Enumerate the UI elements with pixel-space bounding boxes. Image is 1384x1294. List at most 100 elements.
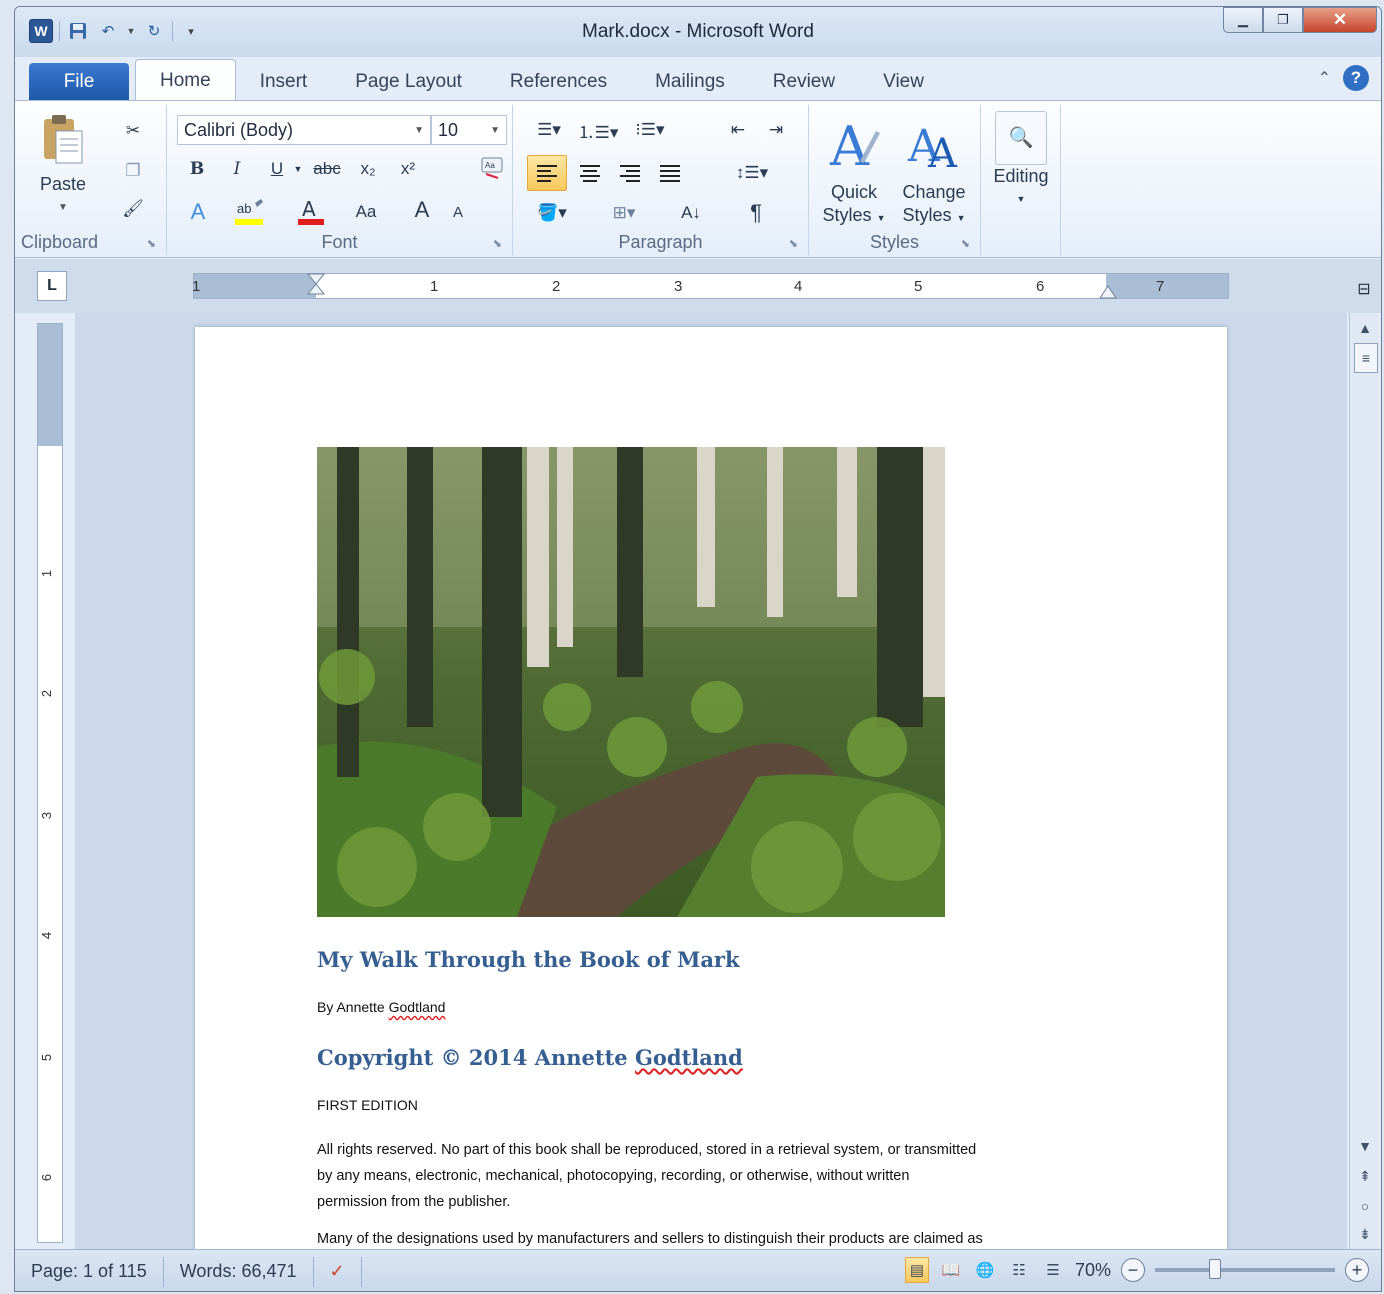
clipboard-launcher-icon[interactable]: ⬊: [147, 237, 156, 250]
copy-icon[interactable]: ❐: [119, 157, 147, 185]
tab-review[interactable]: Review: [749, 63, 859, 101]
shrink-font-button[interactable]: A: [445, 199, 471, 225]
align-right-icon[interactable]: [613, 157, 647, 189]
rights-paragraph[interactable]: All rights reserved. No part of this boo…: [317, 1137, 1097, 1215]
scroll-up-icon[interactable]: ▲: [1354, 317, 1376, 339]
copyright-heading[interactable]: Copyright © 2014 Annette Godtland: [317, 1045, 743, 1070]
tab-insert[interactable]: Insert: [236, 63, 332, 101]
maximize-button[interactable]: ❐: [1263, 7, 1303, 33]
clear-formatting-icon[interactable]: Aa: [477, 153, 507, 183]
close-button[interactable]: ✕: [1303, 7, 1377, 33]
indent-marker-icon[interactable]: [306, 272, 326, 302]
bold-button[interactable]: B: [183, 155, 211, 183]
minimize-button[interactable]: ▁: [1223, 7, 1263, 33]
paragraph-launcher-icon[interactable]: ⬊: [789, 237, 798, 250]
shading-icon[interactable]: 🪣▾: [527, 197, 577, 229]
previous-page-icon[interactable]: ⇞: [1354, 1165, 1376, 1187]
scroll-thumb[interactable]: ≡: [1354, 343, 1378, 373]
sort-icon[interactable]: A↓: [671, 197, 711, 229]
text-effects-icon[interactable]: A: [181, 197, 215, 227]
multilevel-list-icon[interactable]: ⁝☰▾: [627, 115, 673, 145]
tab-file[interactable]: File: [29, 63, 129, 101]
borders-icon[interactable]: ⊞▾: [597, 197, 651, 229]
document-area[interactable]: My Walk Through the Book of Mark By Anne…: [75, 313, 1347, 1291]
web-layout-icon[interactable]: 🌐: [973, 1257, 997, 1283]
vertical-scrollbar[interactable]: ▲ ≡ ▼ ⇞ ○ ⇟: [1349, 313, 1379, 1249]
paste-button[interactable]: Paste ▼: [33, 113, 93, 219]
zoom-slider[interactable]: [1155, 1259, 1335, 1279]
zoom-slider-thumb[interactable]: [1209, 1259, 1221, 1279]
underline-button[interactable]: U: [263, 155, 291, 183]
document-page[interactable]: My Walk Through the Book of Mark By Anne…: [195, 327, 1227, 1291]
right-indent-marker-icon[interactable]: [1098, 284, 1118, 300]
document-title[interactable]: My Walk Through the Book of Mark: [317, 947, 740, 972]
editing-button[interactable]: 🔍 Editing ▼: [989, 111, 1053, 211]
ruler-number: 1: [430, 278, 439, 295]
draft-view-icon[interactable]: ☰: [1041, 1257, 1065, 1283]
status-right: ▤ 📖 🌐 ☷ ☰ 70% − +: [904, 1257, 1369, 1283]
change-styles-button[interactable]: AA Change Styles ▼: [895, 113, 973, 230]
font-name-dropdown-icon[interactable]: ▼: [414, 125, 424, 136]
ruler-number: 6: [1036, 278, 1045, 295]
format-painter-icon[interactable]: 🖌: [119, 195, 147, 223]
grow-font-button[interactable]: A: [407, 195, 437, 225]
tab-references[interactable]: References: [486, 63, 631, 101]
superscript-button[interactable]: x²: [393, 155, 423, 183]
forest-trail-photo[interactable]: [317, 447, 945, 917]
tab-view[interactable]: View: [859, 63, 948, 101]
print-layout-icon[interactable]: ▤: [904, 1257, 929, 1283]
quick-styles-button[interactable]: A Quick Styles ▼: [815, 113, 893, 230]
font-color-icon[interactable]: A: [293, 195, 329, 229]
full-screen-reading-icon[interactable]: 📖: [939, 1257, 963, 1283]
page-count-status[interactable]: Page: 1 of 115: [15, 1256, 164, 1287]
clipboard-group-label: Clipboard: [21, 232, 99, 252]
ruler-number: 4: [794, 278, 803, 295]
word-count-status[interactable]: Words: 66,471: [164, 1256, 314, 1287]
zoom-in-icon[interactable]: +: [1345, 1258, 1369, 1282]
zoom-level[interactable]: 70%: [1075, 1260, 1111, 1281]
italic-button[interactable]: I: [223, 155, 251, 183]
horizontal-ruler[interactable]: 1 1 2 3 4 5 6 7: [192, 272, 1229, 302]
decrease-indent-icon[interactable]: ⇤: [721, 115, 755, 145]
proofing-icon[interactable]: ✓: [314, 1256, 362, 1287]
numbering-icon[interactable]: ⒈☰▾: [573, 115, 623, 145]
zoom-out-icon[interactable]: −: [1121, 1258, 1145, 1282]
help-icon[interactable]: ?: [1343, 65, 1369, 91]
styles-group-label: Styles: [869, 232, 920, 252]
font-launcher-icon[interactable]: ⬊: [493, 237, 502, 250]
show-formatting-marks-icon[interactable]: ¶: [739, 197, 773, 229]
tab-home[interactable]: Home: [135, 59, 236, 101]
author-line[interactable]: By Annette Godtland: [317, 999, 445, 1015]
clipboard-group: Paste ▼ ✂ ❐ 🖌 Clipboard ⬊: [15, 105, 167, 255]
change-case-button[interactable]: Aa: [343, 197, 389, 227]
minimize-ribbon-icon[interactable]: ⌃: [1318, 68, 1331, 88]
tab-page-layout[interactable]: Page Layout: [331, 63, 486, 101]
edition-line[interactable]: FIRST EDITION: [317, 1097, 418, 1113]
cut-icon[interactable]: ✂: [119, 117, 147, 145]
vertical-ruler[interactable]: 1 2 3 4 5 6: [37, 323, 63, 1243]
tab-selector[interactable]: L: [37, 271, 67, 301]
font-size-dropdown-icon[interactable]: ▼: [490, 125, 500, 136]
font-size-box[interactable]: 10 ▼: [431, 115, 507, 145]
select-browse-object-icon[interactable]: ○: [1354, 1195, 1376, 1217]
justify-icon[interactable]: [653, 157, 687, 189]
highlight-color-icon[interactable]: ab: [229, 195, 273, 229]
tabs-right-controls: ⌃ ?: [1318, 65, 1369, 91]
bullets-icon[interactable]: ☰▾: [529, 115, 569, 145]
line-spacing-icon[interactable]: ↕☰▾: [727, 157, 777, 189]
font-name-box[interactable]: Calibri (Body) ▼: [177, 115, 431, 145]
subscript-button[interactable]: x₂: [353, 155, 383, 183]
scroll-down-icon[interactable]: ▼: [1354, 1135, 1376, 1157]
view-ruler-icon[interactable]: ⊟: [1349, 269, 1379, 309]
increase-indent-icon[interactable]: ⇥: [759, 115, 793, 145]
underline-dropdown-icon[interactable]: ▼: [291, 155, 305, 183]
editing-label: Editing: [993, 166, 1049, 186]
styles-launcher-icon[interactable]: ⬊: [961, 237, 970, 250]
align-left-button[interactable]: [527, 155, 567, 191]
next-page-icon[interactable]: ⇟: [1354, 1223, 1376, 1245]
strikethrough-button[interactable]: abc: [309, 155, 345, 183]
tab-mailings[interactable]: Mailings: [631, 63, 749, 101]
designations-paragraph[interactable]: Many of the designations used by manufac…: [317, 1231, 1107, 1247]
center-align-icon[interactable]: [573, 157, 607, 189]
outline-view-icon[interactable]: ☷: [1007, 1257, 1031, 1283]
